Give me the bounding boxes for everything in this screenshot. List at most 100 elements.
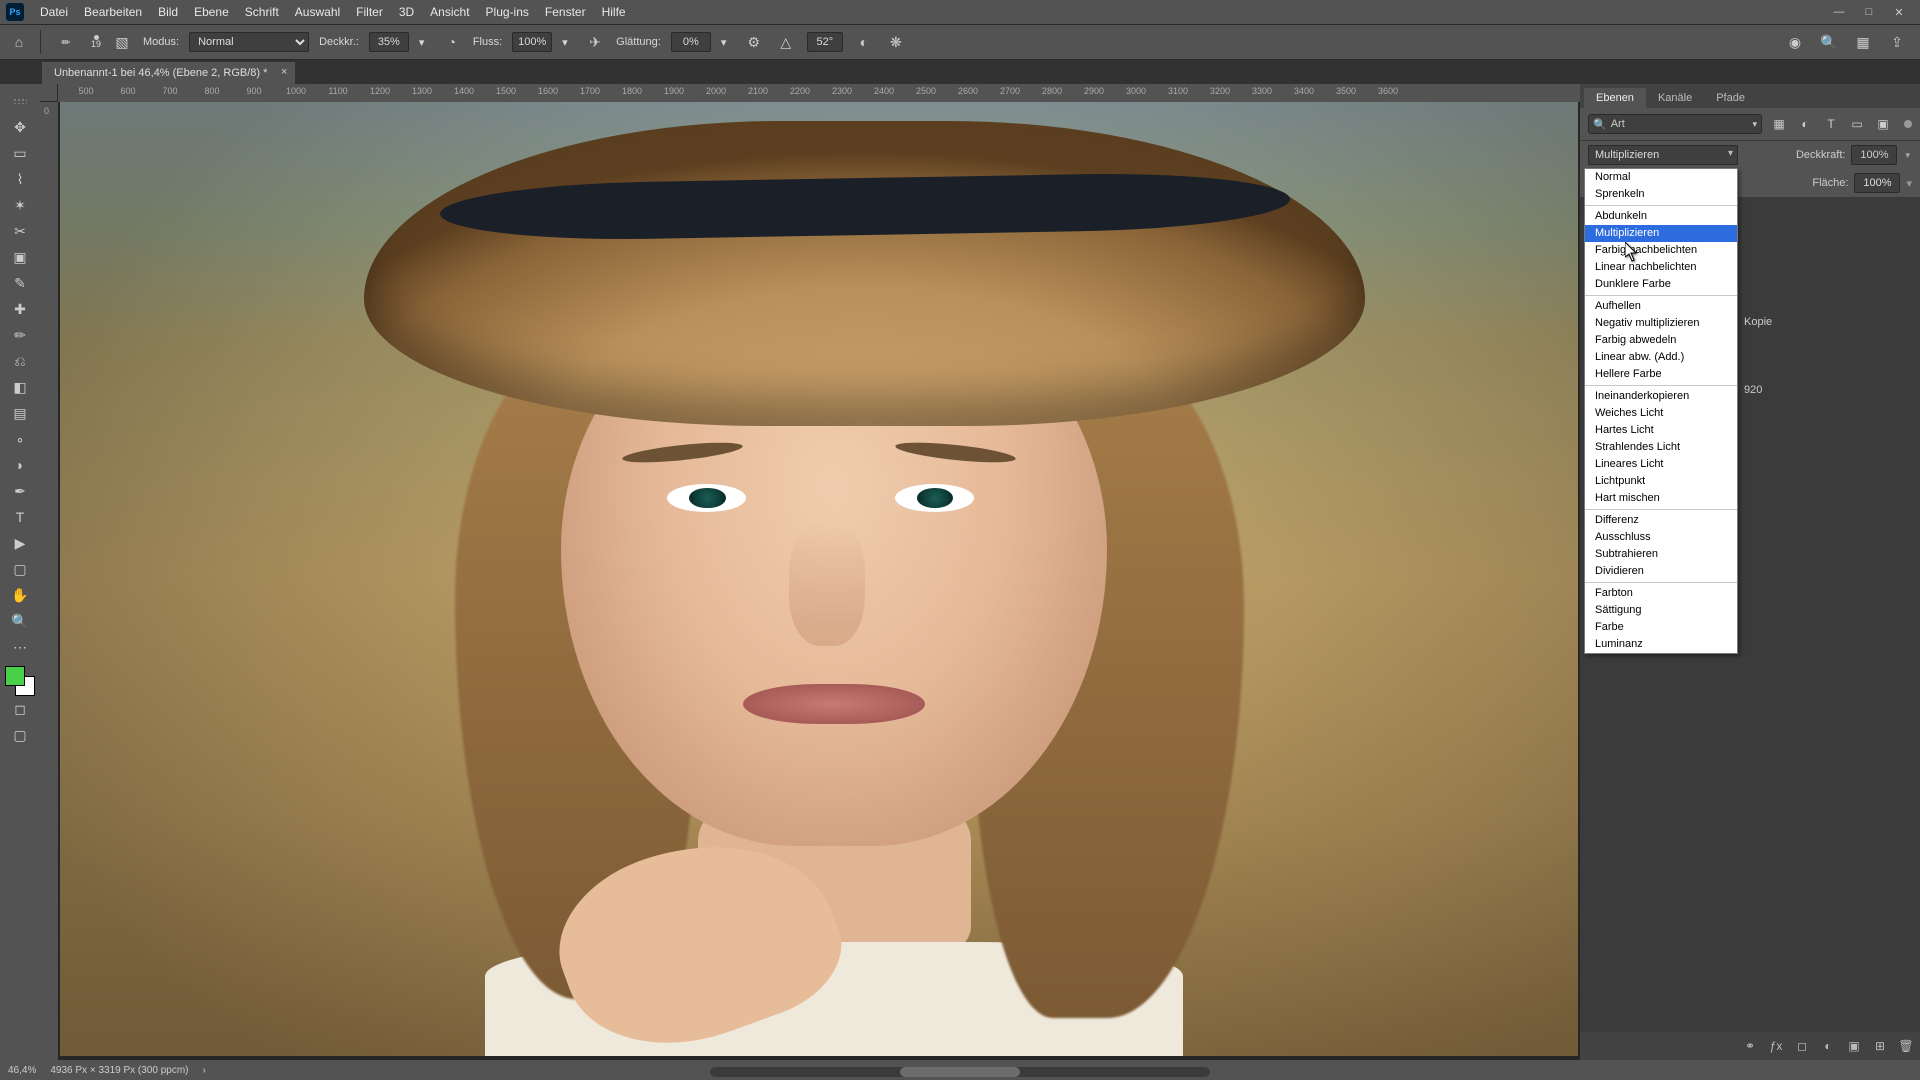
status-zoom[interactable]: 46,4% <box>8 1065 36 1076</box>
home-button[interactable]: ⌂ <box>8 31 30 53</box>
brush-icon[interactable]: ✏ <box>51 30 81 54</box>
adjustment-layer-icon[interactable]: ◐ <box>1820 1038 1836 1054</box>
filter-smart-icon[interactable]: ▣ <box>1874 115 1892 133</box>
link-layers-icon[interactable]: ⚭ <box>1742 1038 1758 1054</box>
horizontal-scrollbar[interactable] <box>710 1067 1210 1077</box>
search-icon[interactable]: 🔍 <box>1818 31 1840 53</box>
menu-bild[interactable]: Bild <box>150 3 186 21</box>
blend-option-ineinanderkopieren[interactable]: Ineinanderkopieren <box>1585 388 1737 405</box>
window-maximize-button[interactable]: □ <box>1854 2 1884 22</box>
menu-hilfe[interactable]: Hilfe <box>594 3 634 21</box>
path-select-tool[interactable]: ▶ <box>4 530 36 556</box>
filter-type-icon[interactable]: T <box>1822 115 1840 133</box>
brush-panel-toggle[interactable]: ▧ <box>111 31 133 53</box>
blend-option-negativ-multiplizieren[interactable]: Negativ multiplizieren <box>1585 315 1737 332</box>
blend-option-abdunkeln[interactable]: Abdunkeln <box>1585 208 1737 225</box>
angle-value[interactable]: 52° <box>807 32 843 52</box>
brush-tool[interactable]: ✏ <box>4 322 36 348</box>
shape-tool[interactable]: ▢ <box>4 556 36 582</box>
menu-datei[interactable]: Datei <box>32 3 76 21</box>
opacity-slider-toggle[interactable]: ▾ <box>419 36 431 49</box>
menu-fenster[interactable]: Fenster <box>537 3 594 21</box>
dodge-tool[interactable]: ◗ <box>4 452 36 478</box>
workspace-icon[interactable]: ▦ <box>1852 31 1874 53</box>
blend-option-linear-nachbelichten[interactable]: Linear nachbelichten <box>1585 259 1737 276</box>
blend-option-hellere-farbe[interactable]: Hellere Farbe <box>1585 366 1737 383</box>
lasso-tool[interactable]: ⌇ <box>4 166 36 192</box>
layer-group-icon[interactable]: ▣ <box>1846 1038 1862 1054</box>
hand-tool[interactable]: ✋ <box>4 582 36 608</box>
menu-bearbeiten[interactable]: Bearbeiten <box>76 3 150 21</box>
quickmask-toggle[interactable]: ◻ <box>4 696 36 722</box>
filter-adjust-icon[interactable]: ◐ <box>1796 115 1814 133</box>
blend-option-farbig-abwedeln[interactable]: Farbig abwedeln <box>1585 332 1737 349</box>
flow-value[interactable]: 100% <box>512 32 552 52</box>
blend-option-lineares-licht[interactable]: Lineares Licht <box>1585 456 1737 473</box>
ruler-origin[interactable] <box>40 84 58 102</box>
blend-option-sprenkeln[interactable]: Sprenkeln <box>1585 186 1737 203</box>
blend-option-s-ttigung[interactable]: Sättigung <box>1585 602 1737 619</box>
zoom-tool[interactable]: 🔍 <box>4 608 36 634</box>
blend-option-weiches-licht[interactable]: Weiches Licht <box>1585 405 1737 422</box>
pen-tool[interactable]: ✒ <box>4 478 36 504</box>
blend-option-hart-mischen[interactable]: Hart mischen <box>1585 490 1737 507</box>
layer-mask-icon[interactable]: ◻ <box>1794 1038 1810 1054</box>
layer-opacity-slider-toggle[interactable]: ▾ <box>1903 150 1912 161</box>
filter-pixel-icon[interactable]: ▦ <box>1770 115 1788 133</box>
status-dimensions[interactable]: 4936 Px × 3319 Px (300 ppcm) <box>50 1065 188 1076</box>
more-tools[interactable]: ⋯ <box>4 634 36 660</box>
smoothing-slider-toggle[interactable]: ▾ <box>721 36 733 49</box>
blend-option-farbig-nachbelichten[interactable]: Farbig nachbelichten <box>1585 242 1737 259</box>
blend-option-differenz[interactable]: Differenz <box>1585 512 1737 529</box>
layer-fill-slider-toggle[interactable]: ▾ <box>1906 177 1912 190</box>
blend-option-multiplizieren[interactable]: Multiplizieren <box>1585 225 1737 242</box>
healing-brush-tool[interactable]: ✚ <box>4 296 36 322</box>
toolbox-grip[interactable] <box>4 88 36 114</box>
quick-select-tool[interactable]: ✶ <box>4 192 36 218</box>
window-close-button[interactable]: ✕ <box>1884 2 1914 22</box>
layer-fill-value[interactable]: 100% <box>1854 173 1900 193</box>
blend-option-luminanz[interactable]: Luminanz <box>1585 636 1737 653</box>
layer-opacity-value[interactable]: 100% <box>1851 145 1897 165</box>
document-canvas[interactable] <box>60 102 1578 1056</box>
pressure-size-icon[interactable]: ◐ <box>853 31 875 53</box>
layers-search[interactable]: 🔍 Art ▾ <box>1588 114 1762 134</box>
flow-slider-toggle[interactable]: ▾ <box>562 36 574 49</box>
blend-option-hartes-licht[interactable]: Hartes Licht <box>1585 422 1737 439</box>
scrollbar-thumb[interactable] <box>900 1067 1020 1077</box>
frame-tool[interactable]: ▣ <box>4 244 36 270</box>
status-info-chevron[interactable]: › <box>203 1065 206 1076</box>
blend-option-normal[interactable]: Normal <box>1585 169 1737 186</box>
angle-icon[interactable]: △ <box>775 31 797 53</box>
layer-fx-icon[interactable]: ƒx <box>1768 1038 1784 1054</box>
panel-tab-ebenen[interactable]: Ebenen <box>1584 88 1646 108</box>
brush-preset-picker[interactable]: 19 <box>91 35 101 49</box>
symmetry-icon[interactable]: ❋ <box>885 31 907 53</box>
color-swatches[interactable] <box>5 666 35 696</box>
filter-toggle[interactable] <box>1904 120 1912 128</box>
foreground-color-swatch[interactable] <box>5 666 25 686</box>
menu-auswahl[interactable]: Auswahl <box>287 3 348 21</box>
close-tab-button[interactable]: × <box>281 66 287 78</box>
cloud-docs-icon[interactable]: ◉ <box>1784 31 1806 53</box>
smoothing-value[interactable]: 0% <box>671 32 711 52</box>
crop-tool[interactable]: ✂ <box>4 218 36 244</box>
blur-tool[interactable]: ∘ <box>4 426 36 452</box>
blend-option-farbton[interactable]: Farbton <box>1585 585 1737 602</box>
blend-mode-select[interactable]: Normal <box>189 32 309 52</box>
menu-filter[interactable]: Filter <box>348 3 391 21</box>
menu-ebene[interactable]: Ebene <box>186 3 237 21</box>
type-tool[interactable]: T <box>4 504 36 530</box>
opacity-value[interactable]: 35% <box>369 32 409 52</box>
panel-tab-pfade[interactable]: Pfade <box>1704 88 1757 108</box>
screenmode-toggle[interactable]: ▢ <box>4 722 36 748</box>
new-layer-icon[interactable]: ⊞ <box>1872 1038 1888 1054</box>
blend-option-ausschluss[interactable]: Ausschluss <box>1585 529 1737 546</box>
blend-option-farbe[interactable]: Farbe <box>1585 619 1737 636</box>
blend-mode-dropdown[interactable]: NormalSprenkelnAbdunkelnMultiplizierenFa… <box>1584 168 1738 654</box>
window-minimize-button[interactable]: — <box>1824 2 1854 22</box>
blend-option-dividieren[interactable]: Dividieren <box>1585 563 1737 580</box>
smoothing-options-icon[interactable]: ⚙ <box>743 31 765 53</box>
document-tab[interactable]: Unbenannt-1 bei 46,4% (Ebene 2, RGB/8) *… <box>42 62 295 84</box>
move-tool[interactable]: ✥ <box>4 114 36 140</box>
